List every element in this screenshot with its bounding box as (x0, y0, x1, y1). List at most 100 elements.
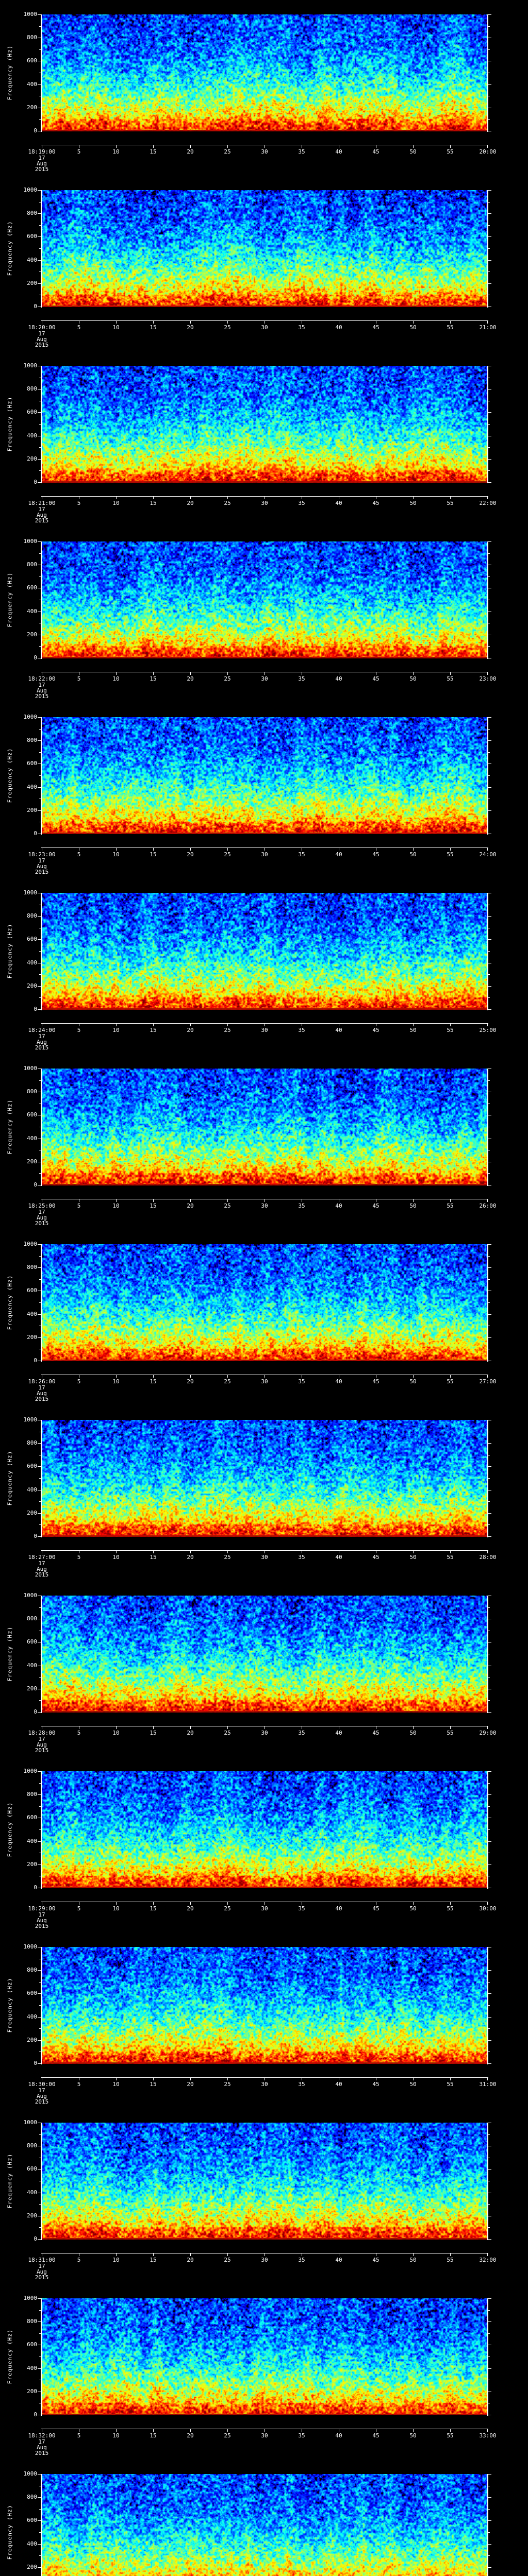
y-minor-tick (488, 119, 490, 120)
x-tick-label: 45 (372, 148, 380, 155)
y-major-tick (488, 1443, 491, 1444)
x-major-tick (487, 1551, 488, 1553)
x-major-tick (450, 321, 451, 324)
x-major-tick (116, 2078, 117, 2080)
y-tick-label: 200 (27, 2037, 37, 2043)
x-tick-label: 35 (298, 2081, 305, 2088)
x-tick-label: 35 (298, 1905, 305, 1912)
y-minor-tick (488, 2028, 490, 2029)
x-tick-label: 40 (335, 1378, 342, 1385)
x-tick-label: 15 (150, 1730, 157, 1736)
x-major-tick (227, 497, 228, 499)
x-major-tick (487, 2078, 488, 2080)
x-major-tick (190, 321, 191, 324)
x-major-tick (116, 145, 117, 148)
spectrogram-canvas (42, 2298, 487, 2415)
x-tick-label: 40 (335, 1730, 342, 1736)
date-year-label: 2015 (35, 342, 49, 348)
x-tick-label: 10 (112, 2257, 120, 2263)
x-tick-label: 20 (187, 675, 194, 682)
y-tick-label: 1000 (23, 714, 38, 720)
x-major-tick (413, 497, 414, 499)
y-minor-tick (488, 225, 490, 226)
x-major-tick (190, 1551, 191, 1553)
x-major-tick (227, 848, 228, 851)
y-minor-tick (488, 26, 490, 27)
y-minor-tick (488, 2227, 490, 2228)
x-tick-label: 5 (77, 148, 81, 155)
y-tick-label: 200 (27, 982, 37, 989)
right-axis-line (487, 1596, 488, 1713)
x-tick-label: 50 (409, 1905, 417, 1912)
x-tick-label: 30 (261, 2432, 268, 2439)
x-major-tick (450, 145, 451, 148)
x-major-tick (190, 145, 191, 148)
y-minor-tick (488, 1478, 490, 1479)
x-major-tick (190, 1902, 191, 1905)
y-tick-label: 400 (27, 1486, 37, 1493)
y-tick-label: 800 (27, 210, 37, 216)
y-major-tick (488, 482, 491, 483)
y-axis-title: Frequency (Hz) (6, 2153, 13, 2209)
y-minor-tick (488, 2310, 490, 2311)
x-tick-label: 10 (112, 2081, 120, 2088)
x-major-tick (450, 2429, 451, 2432)
x-major-tick (450, 1375, 451, 1378)
y-tick-label: 1000 (23, 889, 38, 896)
x-major-tick (116, 1199, 117, 1202)
x-major-tick (487, 1726, 488, 1729)
x-major-tick (227, 672, 228, 675)
y-major-tick (488, 1970, 491, 1971)
x-tick-label: 40 (335, 148, 342, 155)
x-tick-label: 5 (77, 2081, 81, 2088)
spectrogram-panel: Frequency (Hz) 1000 800 600 400 200 0 18:21:0… (0, 362, 528, 541)
x-tick-label: 50 (409, 1027, 417, 1033)
x-major-tick (153, 672, 154, 675)
x-tick-label: 40 (335, 324, 342, 331)
date-year-label: 2015 (35, 1923, 49, 1929)
y-minor-tick (488, 2005, 490, 2006)
y-axis-title: Frequency (Hz) (6, 1099, 13, 1155)
spectrogram-canvas (42, 190, 487, 307)
x-tick-label: 50 (409, 1378, 417, 1385)
x-tick-label: 50 (409, 324, 417, 331)
y-major-tick (488, 213, 491, 214)
y-tick-label: 0 (34, 1708, 37, 1715)
x-tick-label: 50 (409, 148, 417, 155)
right-axis-line (487, 893, 488, 1010)
x-tick-label: 25 (224, 2432, 231, 2439)
x-tick-label: 10 (112, 1554, 120, 1561)
spectrogram-canvas (42, 2474, 487, 2576)
x-tick-label: 55 (447, 675, 454, 682)
x-tick-label: 30 (261, 2257, 268, 2263)
right-axis-line (487, 1420, 488, 1537)
x-tick-label: 35 (298, 2432, 305, 2439)
y-tick-label: 800 (27, 912, 37, 919)
x-tick-label: 25 (224, 324, 231, 331)
x-tick-label: 15 (150, 1905, 157, 1912)
date-year-label: 2015 (35, 869, 49, 875)
right-axis-line (487, 1069, 488, 1186)
y-major-tick (488, 14, 491, 15)
y-tick-label: 400 (27, 1311, 37, 1317)
y-minor-tick (488, 1302, 490, 1303)
x-tick-label: 35 (298, 1202, 305, 1209)
x-tick-label: 45 (372, 1027, 380, 1033)
x-tick-label: 10 (112, 1027, 120, 1033)
y-axis-title: Frequency (Hz) (6, 2504, 13, 2560)
y-major-tick (488, 1794, 491, 1795)
y-tick-label: 600 (27, 2341, 37, 2348)
y-major-tick (488, 1466, 491, 1467)
x-tick-label: 15 (150, 500, 157, 506)
x-major-tick (450, 1024, 451, 1026)
end-time-label: 25:00 (479, 1027, 497, 1033)
y-axis-title: Frequency (Hz) (6, 572, 13, 628)
y-major-tick (488, 2169, 491, 2170)
x-tick-label: 30 (261, 1905, 268, 1912)
right-axis-line (487, 2474, 488, 2576)
y-tick-label: 1000 (23, 1768, 38, 1774)
x-major-tick (190, 848, 191, 851)
x-tick-label: 5 (77, 1905, 81, 1912)
x-tick-label: 20 (187, 2432, 194, 2439)
y-tick-label: 200 (27, 1158, 37, 1165)
